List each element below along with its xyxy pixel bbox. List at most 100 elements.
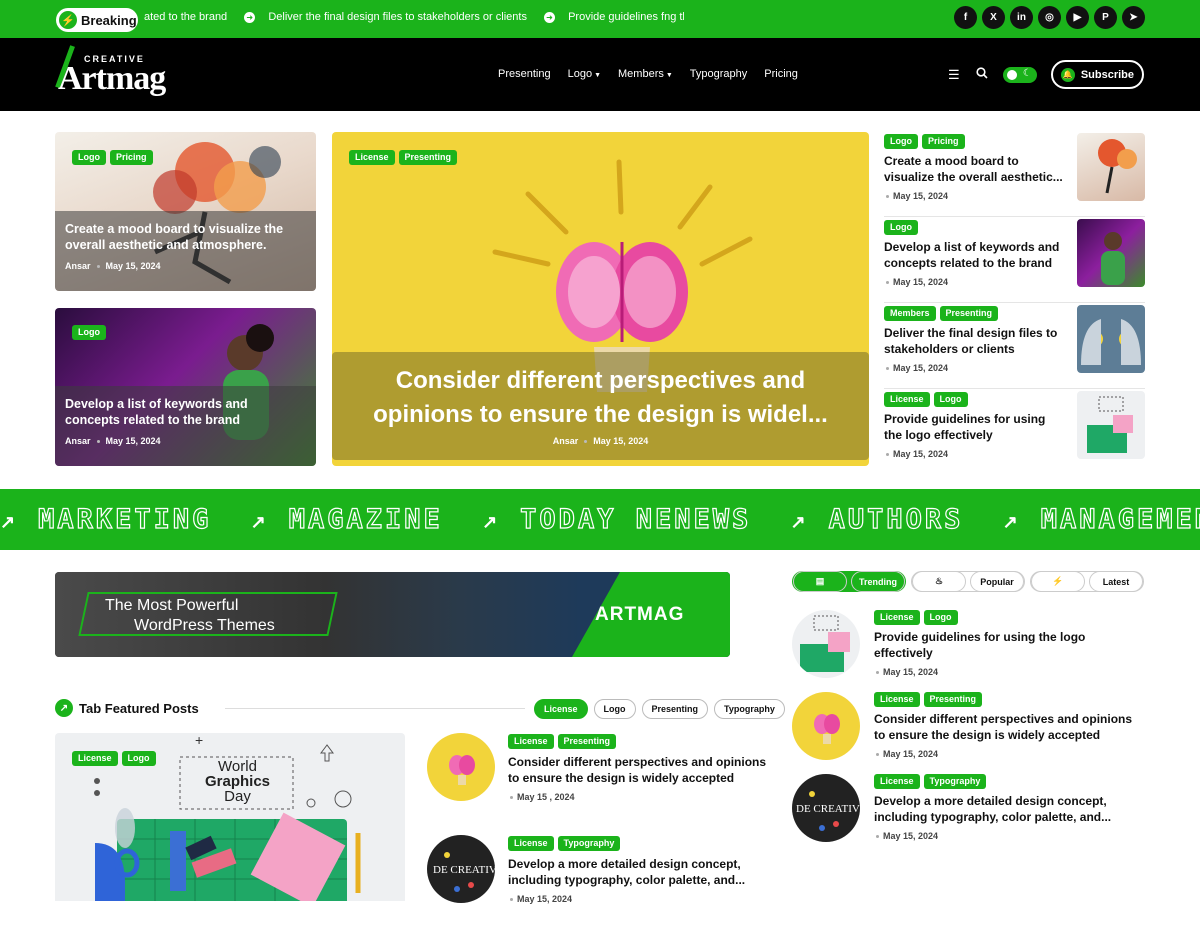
tag-chip[interactable]: Presenting	[557, 734, 617, 749]
tag-chip[interactable]: License	[884, 392, 930, 407]
tab-presenting[interactable]: Presenting	[641, 699, 709, 719]
author[interactable]: Ansar	[65, 261, 91, 271]
tab-logo[interactable]: Logo	[593, 699, 636, 719]
list-item[interactable]: Logo Develop a list of keywords and conc…	[884, 219, 1145, 303]
pinterest-icon[interactable]: P	[1094, 6, 1117, 29]
tag-chip[interactable]: License	[349, 150, 395, 165]
instagram-icon[interactable]: ◎	[1038, 6, 1061, 29]
marquee-item[interactable]: AUTHORS	[828, 503, 964, 535]
hamburger-icon[interactable]: ☰	[947, 67, 961, 83]
tab-popular[interactable]: ♨ Popular	[911, 571, 1025, 592]
thumbnail[interactable]	[1077, 133, 1145, 201]
list-title[interactable]: Consider different perspectives and opin…	[508, 754, 773, 786]
tag-chip[interactable]: License	[508, 836, 554, 851]
marquee-item[interactable]: MANAGEMENT	[1040, 503, 1200, 535]
thumbnail[interactable]	[792, 610, 860, 678]
telegram-icon[interactable]: ➤	[1122, 6, 1145, 29]
thumbnail[interactable]	[792, 692, 860, 760]
featured-post-card[interactable]: + World Graphics Day License Logo	[55, 733, 405, 901]
marquee-item[interactable]: MAGAZINE	[288, 503, 443, 535]
hero-main-card[interactable]: License Presenting Consider different pe…	[332, 132, 869, 466]
main-navbar: CREATIVE Artmag Presenting Logo ▼ Members…	[0, 38, 1200, 111]
list-title[interactable]: Consider different perspectives and opin…	[874, 711, 1139, 743]
card-title[interactable]: Develop a list of keywords and concepts …	[65, 396, 306, 428]
thumbnail[interactable]: DE CREATIVE	[792, 774, 860, 842]
list-item[interactable]: License Logo Provide guidelines for using…	[884, 391, 1145, 475]
list-item[interactable]: DE CREATIVE LicenseTypography Develop a …	[792, 774, 1144, 856]
ticker-item[interactable]: Deliver the final design files to stakeh…	[268, 11, 527, 23]
tag-chip[interactable]: Presenting	[923, 692, 983, 707]
thumbnail[interactable]	[1077, 305, 1145, 373]
tab-license[interactable]: License	[534, 699, 588, 719]
search-icon[interactable]	[975, 67, 989, 82]
tab-trending[interactable]: ▤ Trending	[792, 571, 906, 592]
x-icon[interactable]: X	[982, 6, 1005, 29]
tag-chip[interactable]: Presenting	[939, 306, 999, 321]
tag-chip[interactable]: Logo	[121, 751, 156, 766]
facebook-icon[interactable]: f	[954, 6, 977, 29]
thumbnail[interactable]	[1077, 391, 1145, 459]
list-item[interactable]: Logo Pricing Create a mood board to visua…	[884, 133, 1145, 217]
menu-label: Presenting	[498, 68, 551, 80]
main-title[interactable]: Consider different perspectives and opin…	[332, 364, 869, 432]
thumbnail[interactable]	[427, 733, 495, 801]
date: May 15, 2024	[105, 436, 161, 446]
tag-chip[interactable]: Presenting	[398, 150, 458, 165]
list-item[interactable]: DE CREATIVE LicenseTypography Develop a …	[427, 835, 777, 925]
linkedin-icon[interactable]: in	[1010, 6, 1033, 29]
tag-chip[interactable]: Typography	[557, 836, 621, 851]
subscribe-button[interactable]: 🔔 Subscribe	[1050, 60, 1144, 89]
list-title[interactable]: Provide guidelines for using the logo ef…	[874, 629, 1139, 661]
list-title[interactable]: Create a mood board to visualize the ove…	[884, 153, 1064, 185]
list-title[interactable]: Provide guidelines for using the logo ef…	[884, 411, 1064, 443]
tag-chip[interactable]: Logo	[884, 134, 918, 149]
trending-tabs: ▤ Trending ♨ Popular ⚡ Latest	[792, 571, 1144, 592]
menu-item-pricing[interactable]: Pricing	[764, 68, 798, 80]
tag-chip[interactable]: Members	[884, 306, 936, 321]
tag-chip[interactable]: Logo	[884, 220, 918, 235]
list-title[interactable]: Deliver the final design files to stakeh…	[884, 325, 1064, 357]
ticker-item[interactable]: ated to the brand	[144, 11, 227, 23]
main-menu: Presenting Logo ▼ Members ▼ Typography Pri…	[498, 68, 798, 80]
list-item[interactable]: License Presenting Consider different per…	[792, 692, 1144, 774]
menu-item-typography[interactable]: Typography	[690, 68, 747, 80]
promo-banner[interactable]: The Most Powerful WordPress Themes ARTMA…	[55, 572, 730, 657]
ticker-item[interactable]: Provide guidelines fng the l	[568, 11, 684, 23]
tag-chip[interactable]: License	[508, 734, 554, 749]
menu-item-members[interactable]: Members ▼	[618, 68, 673, 80]
list-title[interactable]: Develop a list of keywords and concepts …	[884, 239, 1064, 271]
tag-chip[interactable]: License	[72, 751, 118, 766]
author[interactable]: Ansar	[553, 436, 579, 446]
arrow-up-right-icon: ↗	[55, 699, 73, 717]
tag-chip[interactable]: Logo	[923, 610, 958, 625]
marquee-item[interactable]: MARKETING	[37, 503, 211, 535]
tag-chip[interactable]: License	[874, 692, 920, 707]
hero-card[interactable]: Logo Pricing Create a mood board to visu…	[55, 132, 316, 291]
tag-chip[interactable]: Typography	[923, 774, 987, 789]
tag-chip[interactable]: Pricing	[110, 150, 153, 165]
list-item[interactable]: License Presenting Consider different per…	[427, 733, 777, 823]
marquee-item[interactable]: TODAY NENEWS	[520, 503, 751, 535]
hero-card[interactable]: Logo Develop a list of keywords and conc…	[55, 308, 316, 466]
menu-item-presenting[interactable]: Presenting	[498, 68, 551, 80]
tab-latest[interactable]: ⚡ Latest	[1030, 571, 1144, 592]
menu-item-logo[interactable]: Logo ▼	[568, 68, 601, 80]
card-title[interactable]: Create a mood board to visualize the ove…	[65, 221, 306, 253]
list-item[interactable]: License Logo Provide guidelines for using…	[792, 610, 1144, 692]
list-item[interactable]: Members Presenting Deliver the final desi…	[884, 305, 1145, 389]
thumbnail[interactable]	[1077, 219, 1145, 287]
youtube-icon[interactable]: ▶	[1066, 6, 1089, 29]
dark-mode-toggle[interactable]: ☾	[1002, 66, 1037, 83]
author[interactable]: Ansar	[65, 436, 91, 446]
tab-typography[interactable]: Typography	[714, 699, 785, 719]
tag-chip[interactable]: Logo	[72, 325, 106, 340]
tag-chip[interactable]: License	[874, 774, 920, 789]
tag-chip[interactable]: Pricing	[922, 134, 965, 149]
tag-chip[interactable]: Logo	[933, 392, 968, 407]
thumbnail[interactable]: DE CREATIVE	[427, 835, 495, 903]
list-title[interactable]: Develop a more detailed design concept, …	[874, 793, 1139, 825]
tag-chip[interactable]: License	[874, 610, 920, 625]
site-logo[interactable]: CREATIVE Artmag	[55, 45, 188, 102]
list-title[interactable]: Develop a more detailed design concept, …	[508, 856, 773, 888]
tag-chip[interactable]: Logo	[72, 150, 106, 165]
